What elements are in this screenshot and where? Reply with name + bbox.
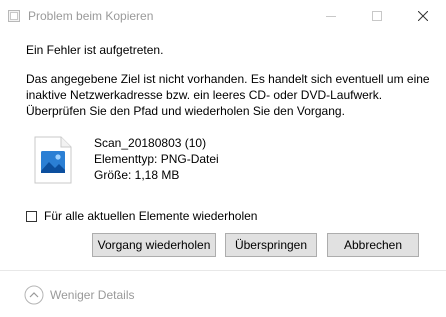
divider — [0, 270, 446, 271]
error-heading: Ein Fehler ist aufgetreten. — [26, 43, 164, 57]
fewer-details-label[interactable]: Weniger Details — [50, 288, 134, 302]
file-info: Scan_20180803 (10) Elementtyp: PNG-Datei… — [94, 135, 219, 183]
skip-button[interactable]: Überspringen — [225, 233, 317, 257]
retry-button[interactable]: Vorgang wiederholen — [92, 233, 216, 257]
window-title: Problem beim Kopieren — [28, 9, 154, 23]
maximize-icon — [372, 11, 382, 21]
minimize-button[interactable] — [308, 0, 354, 32]
close-icon — [418, 11, 428, 21]
file-type: Elementtyp: PNG-Datei — [94, 152, 219, 166]
fewer-details-toggle[interactable]: Weniger Details — [24, 285, 134, 305]
close-button[interactable] — [400, 0, 446, 32]
file-name: Scan_20180803 (10) — [94, 136, 207, 150]
image-file-icon — [34, 136, 72, 184]
minimize-icon — [326, 16, 336, 17]
copy-app-icon — [8, 10, 20, 22]
maximize-button[interactable] — [354, 0, 400, 32]
error-message: Das angegebene Ziel ist nicht vorhanden.… — [26, 71, 431, 119]
file-size: Größe: 1,18 MB — [94, 168, 180, 182]
chevron-up-circle-icon[interactable] — [24, 285, 44, 305]
copy-error-dialog: Problem beim Kopieren Ein Fehler ist auf… — [0, 0, 446, 317]
cancel-button[interactable]: Abbrechen — [327, 233, 419, 257]
repeat-for-all-option[interactable]: Für alle aktuellen Elemente wiederholen — [26, 208, 257, 224]
repeat-for-all-label[interactable]: Für alle aktuellen Elemente wiederholen — [44, 209, 257, 223]
repeat-for-all-checkbox[interactable] — [26, 210, 37, 222]
title-bar[interactable]: Problem beim Kopieren — [0, 0, 446, 32]
error-message-line: Das angegebene Ziel ist nicht vorhanden.… — [26, 72, 430, 86]
error-message-line: Überprüfen Sie den Pfad und wiederholen … — [26, 104, 345, 118]
error-message-line: inaktive Netzwerkadresse bzw. ein leeres… — [26, 88, 383, 102]
